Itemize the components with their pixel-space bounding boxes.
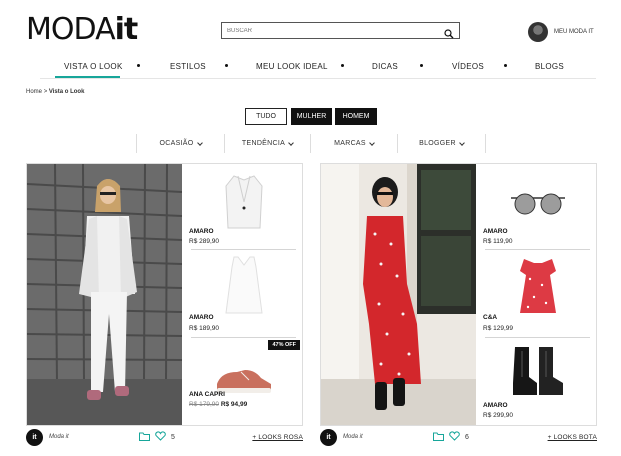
product-brand: AMARO bbox=[483, 402, 508, 409]
avatar[interactable] bbox=[528, 22, 548, 42]
filter-ocasiao-dropdown[interactable]: OCASIÃO bbox=[137, 134, 225, 153]
discount-badge: 47% OFF bbox=[268, 340, 300, 350]
breadcrumb-home[interactable]: Home bbox=[26, 89, 42, 95]
product-brand: AMARO bbox=[483, 228, 508, 235]
look-items: AMARO R$ 119,90 C&A R$ 129,99 AMARO R$ 2… bbox=[479, 164, 596, 425]
nav-item-videos[interactable]: VÍDEOS bbox=[452, 62, 484, 71]
look-items: AMARO R$ 289,90 AMARO R$ 189,90 ANA CAPR… bbox=[185, 164, 302, 425]
nav-separator-dot bbox=[225, 64, 228, 67]
product-price-row: R$ 179,90 R$ 94,99 bbox=[189, 401, 247, 408]
look-photo[interactable] bbox=[27, 164, 182, 425]
nav-separator-dot bbox=[137, 64, 140, 67]
product-brand: ANA CAPRI bbox=[189, 391, 225, 398]
nav-separator-dot bbox=[420, 64, 423, 67]
logo-text-main: MODA bbox=[26, 12, 116, 47]
nav-separator-dot bbox=[341, 64, 344, 67]
look-footer: it Moda it 6 + LOOKS BOTA bbox=[320, 428, 597, 446]
filter-label: MARCAS bbox=[334, 140, 366, 147]
nav-item-dicas[interactable]: DICAS bbox=[372, 62, 398, 71]
folder-icon[interactable] bbox=[139, 432, 150, 443]
filter-men-button[interactable]: HOMEM bbox=[335, 108, 377, 125]
chevron-down-icon bbox=[288, 139, 294, 146]
filter-label: TENDÊNCIA bbox=[241, 140, 286, 147]
product-item[interactable]: AMARO R$ 289,90 bbox=[187, 164, 300, 250]
search-box[interactable] bbox=[221, 22, 460, 39]
product-price: R$ 94,99 bbox=[220, 401, 248, 408]
breadcrumb-current: Vista o Look bbox=[48, 89, 85, 95]
logo-text-it: it bbox=[114, 12, 139, 47]
white-top-icon[interactable] bbox=[212, 254, 276, 316]
site-logo[interactable]: MODAit bbox=[26, 12, 139, 47]
nav-item-blogs[interactable]: BLOGS bbox=[535, 62, 564, 71]
look-photo[interactable] bbox=[321, 164, 476, 425]
product-brand: AMARO bbox=[189, 228, 214, 235]
search-input[interactable] bbox=[227, 27, 444, 34]
nav-separator-dot bbox=[504, 64, 507, 67]
look-author[interactable]: Moda it bbox=[49, 434, 69, 440]
look-footer: it Moda it 5 + LOOKS ROSA bbox=[26, 428, 303, 446]
account-label: MEU MODA IT bbox=[554, 29, 594, 35]
red-floral-dress-icon[interactable] bbox=[506, 254, 570, 316]
product-item[interactable]: AMARO R$ 189,90 bbox=[187, 250, 300, 338]
heart-icon[interactable] bbox=[449, 431, 460, 443]
product-item[interactable]: ANA CAPRI R$ 179,90 R$ 94,99 bbox=[187, 338, 300, 424]
search-icon[interactable] bbox=[444, 26, 454, 38]
account-link[interactable]: MEU MODA IT bbox=[528, 22, 594, 42]
product-item[interactable]: C&A R$ 129,99 bbox=[481, 250, 594, 338]
sunglasses-icon[interactable] bbox=[506, 172, 570, 234]
look-author[interactable]: Moda it bbox=[343, 434, 363, 440]
like-count: 6 bbox=[465, 433, 469, 441]
nav-item-meu-look-ideal[interactable]: MEU LOOK IDEAL bbox=[256, 62, 328, 71]
product-price: R$ 189,90 bbox=[189, 325, 219, 332]
filter-label: OCASIÃO bbox=[159, 140, 194, 147]
more-looks-link[interactable]: + LOOKS ROSA bbox=[252, 434, 303, 441]
main-nav: VISTA O LOOK ESTILOS MEU LOOK IDEAL DICA… bbox=[40, 55, 596, 79]
more-looks-link[interactable]: + LOOKS BOTA bbox=[548, 434, 597, 441]
product-item[interactable]: AMARO R$ 119,90 bbox=[481, 164, 594, 250]
breadcrumb-separator: > bbox=[43, 89, 48, 95]
product-brand: AMARO bbox=[189, 314, 214, 321]
filter-tendencia-dropdown[interactable]: TENDÊNCIA bbox=[225, 134, 311, 153]
look-card[interactable]: AMARO R$ 289,90 AMARO R$ 189,90 ANA CAPR… bbox=[26, 163, 303, 426]
look-actions: 6 bbox=[433, 431, 469, 443]
nav-active-indicator bbox=[55, 76, 120, 78]
breadcrumb: Home > Vista o Look bbox=[26, 89, 84, 95]
white-blazer-icon[interactable] bbox=[212, 170, 276, 232]
moda-it-avatar-icon[interactable]: it bbox=[26, 428, 43, 446]
filter-bar: OCASIÃO TENDÊNCIA MARCAS BLOGGER bbox=[136, 134, 486, 153]
black-boots-icon[interactable] bbox=[506, 340, 570, 402]
product-item[interactable]: AMARO R$ 299,90 bbox=[481, 338, 594, 424]
filter-all-button[interactable]: TUDO bbox=[245, 108, 287, 125]
moda-it-avatar-icon[interactable]: it bbox=[320, 428, 337, 446]
product-brand: C&A bbox=[483, 314, 498, 321]
look-actions: 5 bbox=[139, 431, 175, 443]
filter-women-button[interactable]: MULHER bbox=[291, 108, 332, 125]
product-price: R$ 289,90 bbox=[189, 238, 219, 245]
folder-icon[interactable] bbox=[433, 432, 444, 443]
product-price: R$ 129,99 bbox=[483, 325, 513, 332]
filter-blogger-dropdown[interactable]: BLOGGER bbox=[398, 134, 486, 153]
heart-icon[interactable] bbox=[155, 431, 166, 443]
filter-label: BLOGGER bbox=[419, 140, 456, 147]
product-price: R$ 299,90 bbox=[483, 412, 513, 419]
nav-item-estilos[interactable]: ESTILOS bbox=[170, 62, 206, 71]
nav-item-vista-o-look[interactable]: VISTA O LOOK bbox=[64, 62, 123, 71]
filter-marcas-dropdown[interactable]: MARCAS bbox=[311, 134, 398, 153]
chevron-down-icon bbox=[459, 139, 465, 146]
chevron-down-icon bbox=[196, 139, 203, 146]
like-count: 5 bbox=[171, 433, 175, 441]
chevron-down-icon bbox=[369, 139, 375, 146]
product-price: R$ 119,90 bbox=[483, 238, 513, 245]
product-old-price: R$ 179,90 bbox=[189, 401, 219, 408]
look-card[interactable]: AMARO R$ 119,90 C&A R$ 129,99 AMARO R$ 2… bbox=[320, 163, 597, 426]
